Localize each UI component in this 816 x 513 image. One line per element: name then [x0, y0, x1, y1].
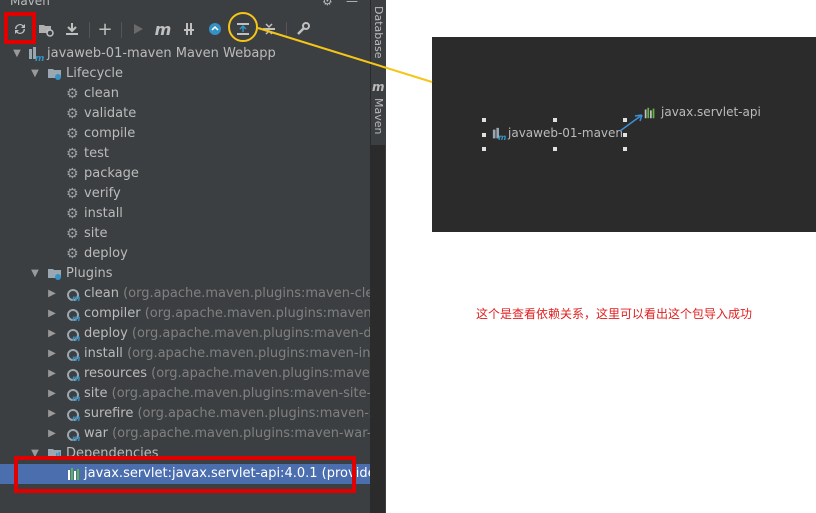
highlight-circle — [228, 12, 258, 42]
highlight-box-dependency — [14, 456, 356, 493]
annotation-text: 这个是查看依赖关系，这里可以看出这个包导入成功 — [476, 307, 753, 321]
highlight-box-reload — [4, 12, 36, 44]
callout-line — [257, 27, 433, 83]
